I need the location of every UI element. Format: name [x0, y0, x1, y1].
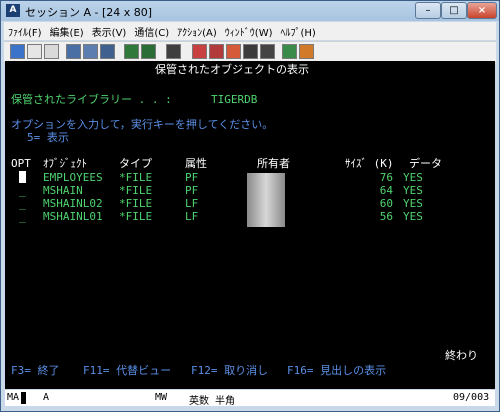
- row-data: YES: [403, 184, 423, 197]
- status-cursor-icon: [21, 392, 26, 404]
- globe-icon[interactable]: [282, 44, 297, 59]
- row-opt-field[interactable]: _: [19, 210, 26, 223]
- status-mw: MW: [155, 392, 168, 403]
- title-bar: A セッション A - [24 x 80] – □ ×: [1, 1, 499, 21]
- macro-play-icon[interactable]: [209, 44, 224, 59]
- window-title: セッション A - [24 x 80]: [25, 6, 153, 19]
- row-attr: LF: [185, 197, 199, 210]
- row-size: 60: [379, 197, 393, 210]
- header-data: データ: [409, 157, 442, 170]
- macro-stop-icon[interactable]: [226, 44, 241, 59]
- menu-file[interactable]: ﾌｧｲﾙ(F): [4, 24, 46, 39]
- menu-help[interactable]: ﾍﾙﾌﾟ(H): [277, 24, 320, 39]
- send-icon[interactable]: [66, 44, 81, 59]
- fkey-f16[interactable]: F16= 見出しの表示: [287, 364, 386, 377]
- row-size: 56: [379, 210, 393, 223]
- fkey-f11[interactable]: F11= 代替ビュー: [83, 364, 171, 377]
- row-size: 64: [379, 184, 393, 197]
- row-attr: PF: [185, 184, 199, 197]
- menu-edit[interactable]: 編集(E): [46, 24, 88, 39]
- status-session: A: [43, 392, 50, 403]
- menu-bar: ﾌｧｲﾙ(F) 編集(E) 表示(V) 通信(C) ｱｸｼｮﾝ(A) ｳｨﾝﾄﾞ…: [4, 22, 496, 40]
- fkey-f12[interactable]: F12= 取り消し: [191, 364, 268, 377]
- terminal-cursor: [19, 171, 26, 183]
- library-label: 保管されたライブラリー . . :: [11, 93, 172, 106]
- row-data: YES: [403, 210, 423, 223]
- fkey-f3[interactable]: F3= 終了: [11, 364, 60, 377]
- print-icon[interactable]: [10, 44, 25, 59]
- row-opt-field[interactable]: _: [19, 197, 26, 210]
- end-indicator: 終わり: [445, 349, 478, 362]
- row-type: *FILE: [119, 184, 153, 197]
- display-icon[interactable]: [124, 44, 139, 59]
- row-data: YES: [403, 197, 423, 210]
- receive-icon[interactable]: [83, 44, 98, 59]
- keyboard-icon[interactable]: [243, 44, 258, 59]
- app-icon: A: [6, 4, 20, 17]
- row-type: *FILE: [119, 197, 153, 210]
- row-object: MSHAINL02: [43, 197, 103, 210]
- header-object: ｵﾌﾞｼﾞｪｸﾄ: [43, 157, 87, 170]
- emulator-window: A セッション A - [24 x 80] – □ × ﾌｧｲﾙ(F) 編集(E…: [0, 0, 500, 412]
- row-size: 76: [379, 171, 393, 184]
- maximize-button[interactable]: □: [441, 2, 467, 19]
- macro-icon[interactable]: [192, 44, 207, 59]
- status-cursor-position: 09/003: [453, 392, 490, 403]
- header-type: タイプ: [119, 157, 152, 170]
- keypad-icon[interactable]: [260, 44, 275, 59]
- header-opt: OPT: [11, 157, 31, 170]
- library-value: TIGERDB: [211, 93, 258, 106]
- option-5: 5= 表示: [27, 131, 69, 144]
- minimize-button[interactable]: –: [415, 2, 441, 19]
- instructions: オプションを入力して，実行キーを押してください。: [11, 118, 274, 131]
- status-input-mode: 英数 半角: [189, 396, 236, 407]
- row-attr: PF: [185, 171, 199, 184]
- row-type: *FILE: [119, 171, 153, 184]
- screen-title: 保管されたオブジェクトの表示: [155, 63, 309, 76]
- row-object: MSHAINL01: [43, 210, 103, 223]
- status-ma: MA: [7, 392, 20, 403]
- toolbar: [4, 41, 496, 62]
- row-object: EMPLOYEES: [43, 171, 103, 184]
- row-object: MSHAIN: [43, 184, 83, 197]
- row-type: *FILE: [119, 210, 153, 223]
- monitor-icon[interactable]: [141, 44, 156, 59]
- menu-action[interactable]: ｱｸｼｮﾝ(A): [173, 24, 221, 39]
- menu-window[interactable]: ｳｨﾝﾄﾞｳ(W): [221, 24, 277, 39]
- help-icon[interactable]: [299, 44, 314, 59]
- row-data: YES: [403, 171, 423, 184]
- record-icon[interactable]: [166, 44, 181, 59]
- terminal-screen[interactable]: 保管されたオブジェクトの表示 保管されたライブラリー . . : TIGERDB…: [5, 61, 495, 389]
- transfer-icon[interactable]: [100, 44, 115, 59]
- owner-redacted: [247, 173, 285, 227]
- copy-icon[interactable]: [27, 44, 42, 59]
- close-button[interactable]: ×: [467, 2, 497, 19]
- status-bar: MA A MW 英数 半角 09/003: [5, 390, 495, 407]
- header-owner: 所有者: [257, 157, 290, 170]
- menu-view[interactable]: 表示(V): [88, 24, 131, 39]
- header-attr: 属性: [185, 157, 207, 170]
- row-opt-field[interactable]: _: [19, 184, 26, 197]
- menu-communication[interactable]: 通信(C): [130, 24, 173, 39]
- row-attr: LF: [185, 210, 199, 223]
- header-size: ｻｲｽﾞ (K): [345, 157, 394, 170]
- paste-icon[interactable]: [44, 44, 59, 59]
